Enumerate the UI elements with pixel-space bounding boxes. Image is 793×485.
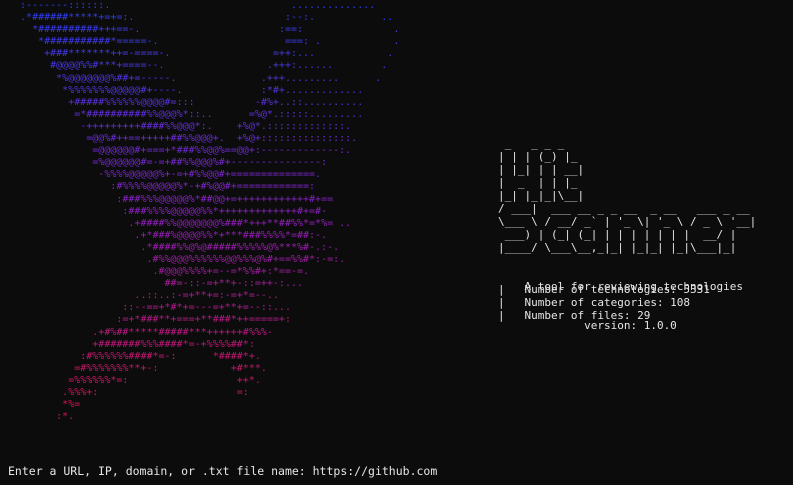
ascii-art-line: +###*******++=-====-. =++:... .: [8, 48, 394, 60]
ascii-art-line: =%%%%%%*=: ++*.: [8, 374, 261, 386]
ascii-art-line: .*####%%@%@#####%%%%%@%***%#-.:-.: [8, 241, 340, 253]
ascii-art-line: ..::..:-=+**+=:-=+*=--..: [8, 290, 279, 302]
ascii-art-line: .*######*****+=+=:. :--:. ..: [8, 12, 394, 24]
ascii-art-line: :#%%%%@@@@@%*-+#%@@#+============:: [8, 181, 316, 193]
ascii-art-line: .+#%##*****#####***++++++#%%%-: [8, 326, 273, 338]
banner-ascii-title: _ _ _ _ | | | (_) |_ | |_| | | __| | _ |…: [498, 137, 757, 254]
ascii-art-line: :=+*###**+===+**###*++=====+:: [8, 314, 291, 326]
ascii-art-line: :#%%%%%%####*=-: *####*+.: [8, 350, 261, 362]
ascii-art-line: =%@@@@@@#=-=+##%%@@@%#+---------------:: [8, 157, 328, 169]
stats-block: | Number of technologies: 5331 | Number …: [498, 283, 710, 322]
ascii-art-line: =@@@@@@#+===+*###%%@@%==@@+:------------…: [8, 145, 352, 157]
ascii-art-line: :###%%%@@@@@%*##@@+=++++++++++++#+==: [8, 193, 334, 205]
ascii-art-line: ##=-::-=+**+-::=++-:...: [8, 278, 304, 290]
input-prompt[interactable]: Enter a URL, IP, domain, or .txt file na…: [8, 464, 437, 478]
ascii-art-line: +#####%%%%%%@@@@#=::: -#%+..::..........: [8, 96, 364, 108]
ascii-art-line: *%%%%%%%@@@@@#+----. :*#+.............: [8, 84, 364, 96]
ascii-art-line: #@@@@%%#***+====--. .+++:...... .: [8, 60, 388, 72]
ascii-art-line: =*##########%%@@@%*::.. =%@*.:::::......…: [8, 108, 364, 120]
ascii-art-line: .#@@@%%%%+=--=*%%#+:*==-=.: [8, 266, 310, 278]
ascii-art-line: :###%%%%@@@@@%%*+++++++++++++#+=#-: [8, 205, 328, 217]
ascii-art-line: *##########+++==-. :==: .: [8, 24, 400, 36]
ascii-art-line: -+++++++++####%%@@@*:. +%@*.::::::::::::…: [8, 120, 352, 132]
ascii-art-line: =@@%#++==+++++##%%@@@+. +%@+::::::::::::…: [8, 133, 358, 145]
ascii-art-line: *%@@@@@@@%##+=-----. .+++......... .: [8, 72, 382, 84]
stat-categories: | Number of categories: 108: [498, 296, 691, 309]
ascii-art-line: .+####%%@@@@@@@%###*+++**##%%*=*%= ..: [8, 217, 352, 229]
ascii-art-line: =#%%%%%%%**+-: +#***.: [8, 362, 267, 374]
stat-files: | Number of files: 29: [498, 309, 651, 322]
ascii-art-line: .#%%@@@%%%%%%@@%%%@%#+==%%#*:-=:.: [8, 253, 346, 265]
ascii-art-line: *###########*=====-. ===: . .: [8, 36, 400, 48]
ascii-art-line: .+*###%@@@@%%*+***###%%%%*=##:-.: [8, 229, 328, 241]
ascii-art-line: *%=: [8, 399, 81, 411]
ascii-art-logo: :-------::::::. .............. .*######*…: [8, 0, 399, 423]
ascii-art-line: +#######%%%####*=-+%%%%##*:: [8, 338, 255, 350]
stat-technologies: | Number of technologies: 5331: [498, 283, 710, 296]
ascii-art-line: :*.: [8, 411, 75, 423]
terminal-window: :-------::::::. .............. .*######*…: [0, 0, 793, 485]
ascii-art-line: -%%%%@@@@@%+-=+#%%@@#+==============.: [8, 169, 322, 181]
ascii-art-line: ::--==+*#*+=---=+**+=--::...: [8, 302, 291, 314]
ascii-art-line: .%%%+: =:: [8, 387, 249, 398]
ascii-art-line: :-------::::::. ..............: [8, 0, 376, 11]
